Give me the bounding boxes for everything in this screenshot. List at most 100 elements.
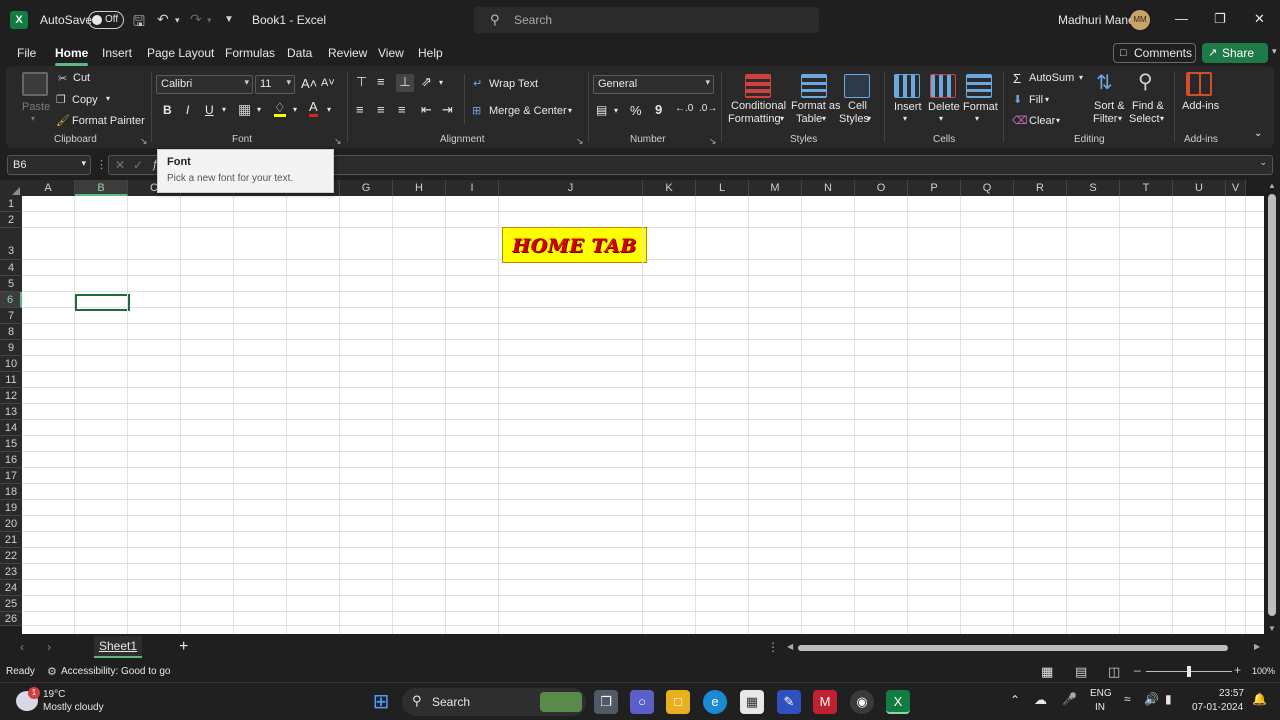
task-view-icon[interactable]: ❐: [594, 690, 618, 714]
add-ins-button[interactable]: Add-ins: [1182, 100, 1219, 112]
format-as-table-label-1[interactable]: Format as: [791, 100, 841, 112]
alignment-launcher-icon[interactable]: ↘: [576, 136, 584, 147]
increase-indent-icon[interactable]: ⇥: [442, 102, 453, 118]
decrease-font-size-button[interactable]: A˅: [321, 77, 335, 89]
find-select-label-1[interactable]: Find &: [1132, 100, 1164, 112]
windows-start-icon[interactable]: ⊞: [369, 690, 393, 714]
column-header-s[interactable]: S: [1067, 180, 1120, 196]
clock-date[interactable]: 07-01-2024: [1192, 702, 1243, 713]
redo-icon[interactable]: ↷: [190, 11, 202, 28]
chevron-down-icon[interactable]: ▾: [780, 114, 784, 123]
tab-help[interactable]: Help: [418, 46, 443, 60]
autosave-toggle[interactable]: Off: [88, 11, 124, 29]
column-header-l[interactable]: L: [696, 180, 749, 196]
teams-icon[interactable]: ○: [630, 690, 654, 714]
tab-home[interactable]: Home: [55, 46, 89, 66]
number-format-combo[interactable]: General ▾: [593, 75, 714, 94]
tab-formulas[interactable]: Formulas: [225, 46, 275, 60]
sort-filter-label-1[interactable]: Sort &: [1094, 100, 1125, 112]
row-header-9[interactable]: 9: [0, 340, 22, 356]
cell-styles-icon[interactable]: [844, 74, 870, 98]
zoom-in-icon[interactable]: +: [1234, 663, 1241, 677]
column-header-h[interactable]: H: [393, 180, 446, 196]
column-header-b[interactable]: B: [75, 180, 128, 196]
previous-sheet-icon[interactable]: ‹: [20, 640, 24, 654]
edge-icon[interactable]: e: [703, 690, 727, 714]
clear-dropdown-icon[interactable]: ▾: [1056, 116, 1060, 125]
row-header-19[interactable]: 19: [0, 500, 22, 516]
format-as-table-icon[interactable]: [801, 74, 827, 98]
conditional-formatting-icon[interactable]: [745, 74, 771, 98]
customize-qat-icon[interactable]: ▼: [224, 14, 234, 25]
column-header-o[interactable]: O: [855, 180, 908, 196]
expand-formula-bar-icon[interactable]: ⌄: [1259, 157, 1267, 168]
bold-button[interactable]: B: [163, 103, 172, 117]
row-header-7[interactable]: 7: [0, 308, 22, 324]
weather-temp[interactable]: 19°C: [43, 689, 65, 700]
increase-decimal-icon[interactable]: ←.0: [675, 103, 693, 114]
row-header-14[interactable]: 14: [0, 420, 22, 436]
tab-view[interactable]: View: [378, 46, 404, 60]
accounting-dropdown-icon[interactable]: ▾: [614, 106, 618, 115]
row-header-26[interactable]: 26: [0, 612, 22, 626]
new-sheet-icon[interactable]: +: [179, 638, 188, 656]
user-name[interactable]: Madhuri Mane: [1058, 13, 1135, 27]
column-header-q[interactable]: Q: [961, 180, 1014, 196]
column-header-v[interactable]: V: [1226, 180, 1246, 196]
comma-style-button[interactable]: 9: [655, 102, 662, 117]
normal-view-icon[interactable]: ▦: [1041, 664, 1053, 680]
file-explorer-icon[interactable]: □: [666, 690, 690, 714]
paste-dropdown-icon[interactable]: ▾: [31, 114, 35, 123]
align-center-icon[interactable]: ≡: [377, 102, 385, 117]
font-color-icon[interactable]: A: [309, 100, 318, 117]
row-header-4[interactable]: 4: [0, 260, 22, 276]
worksheet-grid[interactable]: HOME TAB: [22, 196, 1264, 634]
chevron-down-icon[interactable]: ▾: [975, 114, 979, 123]
align-middle-icon[interactable]: ≡: [377, 74, 385, 89]
clipboard-launcher-icon[interactable]: ↘: [140, 136, 148, 147]
accounting-format-icon[interactable]: ▤: [596, 103, 607, 117]
decrease-decimal-icon[interactable]: .0→: [699, 103, 717, 114]
tab-page-layout[interactable]: Page Layout: [147, 46, 214, 60]
add-ins-icon[interactable]: [1186, 72, 1212, 96]
decrease-indent-icon[interactable]: ⇤: [421, 102, 432, 118]
chevron-down-icon[interactable]: ▾: [1160, 114, 1164, 123]
borders-icon[interactable]: ▦: [238, 101, 251, 118]
share-button[interactable]: ↗ Share: [1202, 43, 1268, 63]
next-sheet-icon[interactable]: ›: [47, 640, 51, 654]
comments-button[interactable]: □ Comments: [1113, 43, 1196, 63]
excel-taskbar-icon[interactable]: X: [886, 690, 910, 714]
zoom-level[interactable]: 100%: [1252, 666, 1275, 676]
row-header-1[interactable]: 1: [0, 196, 22, 212]
page-layout-view-icon[interactable]: ▤: [1075, 664, 1087, 680]
column-header-g[interactable]: G: [340, 180, 393, 196]
scroll-left-icon[interactable]: ◀: [787, 642, 793, 651]
row-header-12[interactable]: 12: [0, 388, 22, 404]
autosum-button[interactable]: AutoSum: [1029, 72, 1074, 84]
font-size-combo[interactable]: 11 ▾: [255, 75, 295, 94]
find-select-label-2[interactable]: Select: [1129, 113, 1160, 125]
chevron-down-icon[interactable]: ▾: [1118, 114, 1122, 123]
conditional-formatting-label-1[interactable]: Conditional: [731, 100, 786, 112]
cell-j3-home-tab[interactable]: HOME TAB: [502, 227, 647, 263]
column-header-t[interactable]: T: [1120, 180, 1173, 196]
chrome-icon[interactable]: ◉: [850, 690, 874, 714]
column-header-a[interactable]: A: [22, 180, 75, 196]
row-header-8[interactable]: 8: [0, 324, 22, 340]
chevron-down-icon[interactable]: ▾: [939, 114, 943, 123]
align-left-icon[interactable]: ≡: [356, 102, 364, 117]
merge-center-dropdown-icon[interactable]: ▾: [568, 106, 572, 115]
borders-dropdown-icon[interactable]: ▾: [257, 105, 261, 114]
fill-color-dropdown-icon[interactable]: ▾: [293, 105, 297, 114]
wrap-text-button[interactable]: Wrap Text: [489, 78, 538, 90]
format-cells-icon[interactable]: [966, 74, 992, 98]
volume-icon[interactable]: 🔊: [1144, 692, 1159, 706]
restore-icon[interactable]: ❐: [1214, 11, 1226, 27]
undo-dropdown-icon[interactable]: ▾: [175, 15, 180, 26]
row-header-3[interactable]: 3: [0, 228, 22, 260]
row-header-10[interactable]: 10: [0, 356, 22, 372]
underline-dropdown-icon[interactable]: ▾: [222, 105, 226, 114]
vertical-scroll-thumb[interactable]: [1268, 194, 1276, 616]
language-primary[interactable]: ENG: [1090, 688, 1112, 699]
cell-styles-label-1[interactable]: Cell: [848, 100, 867, 112]
